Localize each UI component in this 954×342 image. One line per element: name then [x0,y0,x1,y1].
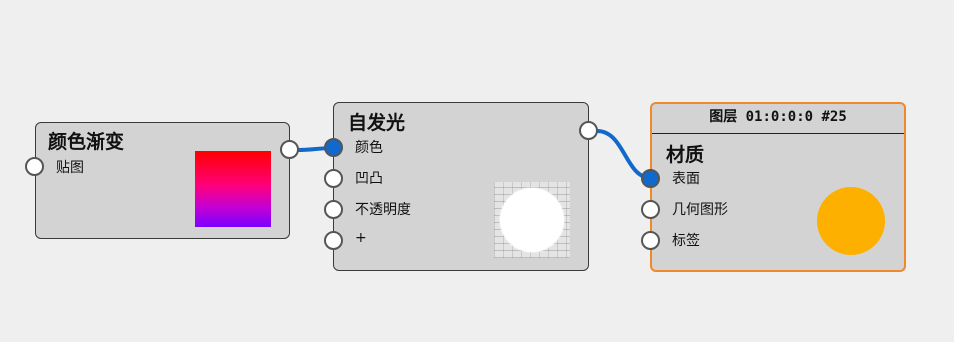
gradient-preview [195,151,271,227]
material-input-port-tag[interactable] [641,231,660,250]
emission-input-label-opacity: 不透明度 [355,202,411,218]
material-input-label-tag: 标签 [672,233,700,249]
emission-input-port-plus[interactable] [324,231,343,250]
material-node[interactable]: 图层 01:0:0:0 #25 材质 表面 几何图形 标签 [650,102,906,272]
material-layer-header: 图层 01:0:0:0 #25 [652,104,904,134]
emission-node-title: 自发光 [348,112,406,134]
emission-node[interactable]: 自发光 颜色 凹凸 不透明度 + [333,102,589,271]
material-input-label-geometry: 几何图形 [672,202,728,218]
gradient-node-title: 颜色渐变 [48,131,125,153]
emission-input-port-bump[interactable] [324,169,343,188]
material-preview-sphere [817,187,885,255]
gradient-output-port[interactable] [280,140,299,159]
material-input-label-surface: 表面 [672,171,700,187]
gradient-input-label-texture: 贴图 [56,160,84,176]
gradient-node[interactable]: 颜色渐变 贴图 [35,122,290,239]
emission-output-port[interactable] [579,121,598,140]
emission-preview-glow [500,188,564,252]
material-node-title: 材质 [666,144,705,166]
emission-input-port-color[interactable] [324,138,343,157]
emission-input-label-bump: 凹凸 [355,171,383,187]
emission-input-label-color: 颜色 [355,140,383,156]
material-input-port-geometry[interactable] [641,200,660,219]
emission-preview [494,182,570,258]
emission-input-port-opacity[interactable] [324,200,343,219]
material-input-port-surface[interactable] [641,169,660,188]
emission-input-label-plus: + [355,230,367,246]
gradient-input-port-texture[interactable] [25,157,44,176]
